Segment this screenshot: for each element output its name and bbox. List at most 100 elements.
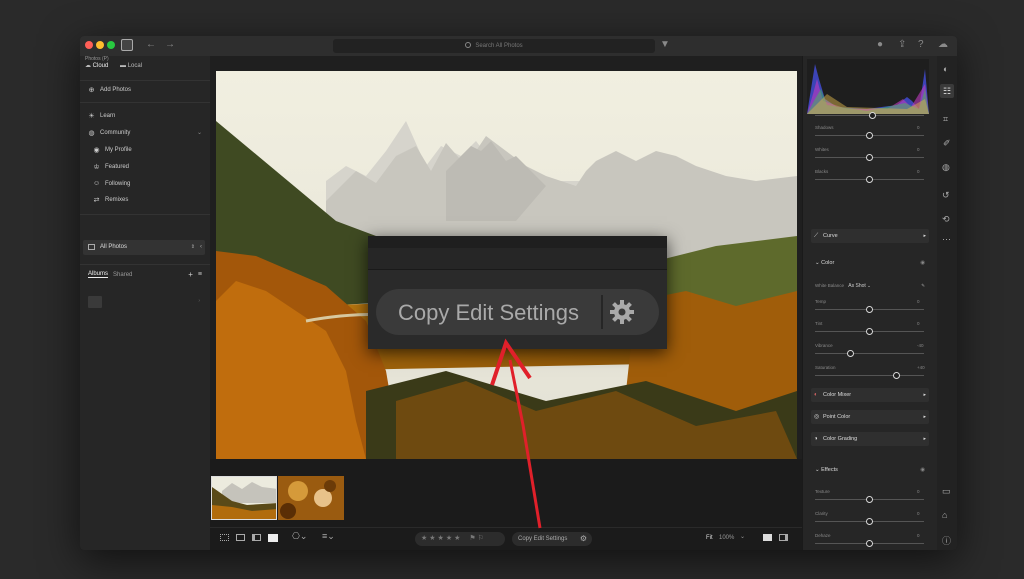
adjustment-slider[interactable] bbox=[815, 132, 924, 139]
highlights-slider[interactable] bbox=[815, 112, 924, 119]
star-rating-icon[interactable]: ★★★★★ bbox=[421, 535, 462, 542]
copy-edit-settings-pill[interactable]: Copy Edit Settings bbox=[376, 289, 659, 335]
color-wheel-icon[interactable]: ◐ bbox=[943, 64, 948, 74]
slider-value[interactable]: 0 bbox=[917, 321, 920, 326]
sidebar-toggle-icon[interactable] bbox=[121, 39, 133, 51]
add-photos-button[interactable]: ⊕ Add Photos bbox=[88, 86, 131, 95]
adjustment-slider[interactable] bbox=[815, 518, 924, 525]
visibility-eye-icon[interactable]: ◉ bbox=[920, 467, 925, 473]
album-sort-icon[interactable]: ≡ bbox=[198, 271, 202, 278]
slider-knob[interactable] bbox=[866, 496, 873, 503]
all-photos-button[interactable]: All Photos ⇕ ‹ bbox=[83, 240, 205, 255]
tab-albums[interactable]: Albums bbox=[88, 271, 109, 278]
flag-icon[interactable]: ⚑⚐ bbox=[469, 535, 486, 542]
slider-knob[interactable] bbox=[866, 306, 873, 313]
white-balance-select[interactable]: As Shot bbox=[848, 283, 866, 289]
slider-knob[interactable] bbox=[866, 518, 873, 525]
adjustment-slider[interactable] bbox=[815, 306, 924, 313]
forward-icon[interactable]: → bbox=[165, 39, 175, 50]
slider-knob[interactable] bbox=[866, 132, 873, 139]
section-color-grading[interactable]: ◑ Color Grading ▸ bbox=[811, 432, 929, 446]
slider-knob[interactable] bbox=[869, 112, 876, 119]
slider-value[interactable]: 0 bbox=[917, 511, 920, 516]
sidebar-item-featured[interactable]: ♔ Featured bbox=[93, 163, 129, 172]
visibility-eye-icon[interactable]: ◉ bbox=[920, 260, 925, 266]
sort-menu-icon[interactable]: ≡⌄ bbox=[322, 531, 335, 542]
tab-shared[interactable]: Shared bbox=[113, 272, 132, 278]
grid-view-icon[interactable] bbox=[220, 534, 229, 541]
before-after-icon[interactable] bbox=[763, 534, 772, 541]
adjustment-slider[interactable] bbox=[815, 372, 924, 379]
filmstrip-thumbnail[interactable] bbox=[211, 476, 277, 520]
sort-icon[interactable]: ⇕ bbox=[191, 240, 195, 255]
close-window-button[interactable] bbox=[85, 41, 93, 49]
more-icon[interactable]: ⋯ bbox=[942, 234, 951, 245]
search-input[interactable]: Search All Photos bbox=[475, 43, 522, 49]
tab-local[interactable]: Local bbox=[128, 63, 142, 69]
adjustment-slider[interactable] bbox=[815, 540, 924, 547]
slider-knob[interactable] bbox=[866, 540, 873, 547]
presets-icon[interactable]: ⟲ bbox=[942, 214, 950, 225]
filter-icon[interactable]: ▼ bbox=[660, 39, 670, 50]
eyedropper-icon[interactable]: ✎ bbox=[921, 283, 925, 289]
slider-knob[interactable] bbox=[866, 176, 873, 183]
collapse-icon[interactable]: ‹ bbox=[200, 240, 202, 255]
copy-edit-settings-button[interactable]: Copy Edit Settings ⚙ bbox=[512, 532, 592, 546]
help-icon[interactable]: ? bbox=[918, 39, 924, 50]
adjustment-slider[interactable] bbox=[815, 154, 924, 161]
chevron-down-icon[interactable]: ⌄ bbox=[197, 129, 202, 136]
back-icon[interactable]: ← bbox=[146, 39, 156, 50]
search-field[interactable]: Search All Photos bbox=[333, 39, 655, 53]
adjustment-slider[interactable] bbox=[815, 350, 924, 357]
keywords-icon[interactable]: ⌂ bbox=[942, 510, 947, 520]
edit-sliders-icon[interactable]: ☷ bbox=[940, 84, 954, 98]
crop-icon[interactable]: ⌗ bbox=[943, 114, 948, 125]
color-header[interactable]: ⌄ Color ◉ bbox=[815, 260, 925, 266]
add-album-icon[interactable]: + bbox=[188, 270, 193, 279]
expand-icon[interactable]: ▸ bbox=[923, 410, 926, 424]
cloud-status-icon[interactable]: ☁ bbox=[938, 39, 948, 50]
sidebar-item-remixes[interactable]: ⇄ Remixes bbox=[93, 196, 129, 205]
comments-icon[interactable]: ▭ bbox=[942, 486, 951, 497]
slider-value[interactable]: 0 bbox=[917, 147, 920, 152]
slider-value[interactable]: 0 bbox=[917, 489, 920, 494]
album-item[interactable]: › bbox=[88, 296, 202, 310]
share-icon[interactable]: ⇪ bbox=[898, 39, 906, 50]
expand-icon[interactable]: ▸ bbox=[923, 388, 926, 402]
panel-toggle-icon[interactable] bbox=[779, 534, 788, 541]
square-grid-icon[interactable] bbox=[236, 534, 245, 541]
notification-icon[interactable]: ● bbox=[877, 39, 883, 50]
history-icon[interactable]: ↺ bbox=[942, 190, 950, 201]
filmstrip-thumbnail[interactable] bbox=[278, 476, 344, 520]
minimize-window-button[interactable] bbox=[96, 41, 104, 49]
sidebar-item-community[interactable]: ◍ Community ⌄ bbox=[88, 129, 202, 138]
slider-value[interactable]: 0 bbox=[917, 125, 920, 130]
settings-gear-icon[interactable]: ⚙ bbox=[580, 532, 587, 546]
sidebar-item-following[interactable]: ☺ Following bbox=[93, 180, 130, 187]
masking-icon[interactable]: ◍ bbox=[942, 162, 950, 173]
slider-value[interactable]: 0 bbox=[917, 169, 920, 174]
section-point-color[interactable]: ◎ Point Color ▸ bbox=[811, 410, 929, 424]
slider-knob[interactable] bbox=[893, 372, 900, 379]
adjustment-slider[interactable] bbox=[815, 496, 924, 503]
slider-knob[interactable] bbox=[866, 154, 873, 161]
fit-label[interactable]: Fit bbox=[706, 535, 713, 541]
slider-value[interactable]: 0 bbox=[917, 299, 920, 304]
adjustment-slider[interactable] bbox=[815, 176, 924, 183]
gear-icon[interactable] bbox=[608, 298, 636, 326]
healing-icon[interactable]: ✐ bbox=[943, 138, 951, 149]
slider-knob[interactable] bbox=[847, 350, 854, 357]
info-icon[interactable]: ⓘ bbox=[942, 534, 951, 547]
sidebar-item-my-profile[interactable]: ◉ My Profile bbox=[93, 146, 131, 155]
loupe-view-icon[interactable] bbox=[268, 534, 278, 542]
slider-value[interactable]: +40 bbox=[917, 365, 925, 370]
expand-icon[interactable]: ▸ bbox=[923, 432, 926, 446]
slider-value[interactable]: 0 bbox=[917, 533, 920, 538]
tab-cloud[interactable]: Cloud bbox=[93, 63, 109, 69]
slider-value[interactable]: -40 bbox=[917, 343, 924, 348]
zoom-dropdown-icon[interactable]: ⌄ bbox=[740, 533, 745, 540]
adjustment-slider[interactable] bbox=[815, 328, 924, 335]
zoom-level[interactable]: 100% bbox=[719, 535, 734, 541]
compare-icon[interactable]: ⎔⌄ bbox=[292, 531, 307, 542]
expand-icon[interactable]: ▸ bbox=[923, 229, 926, 243]
